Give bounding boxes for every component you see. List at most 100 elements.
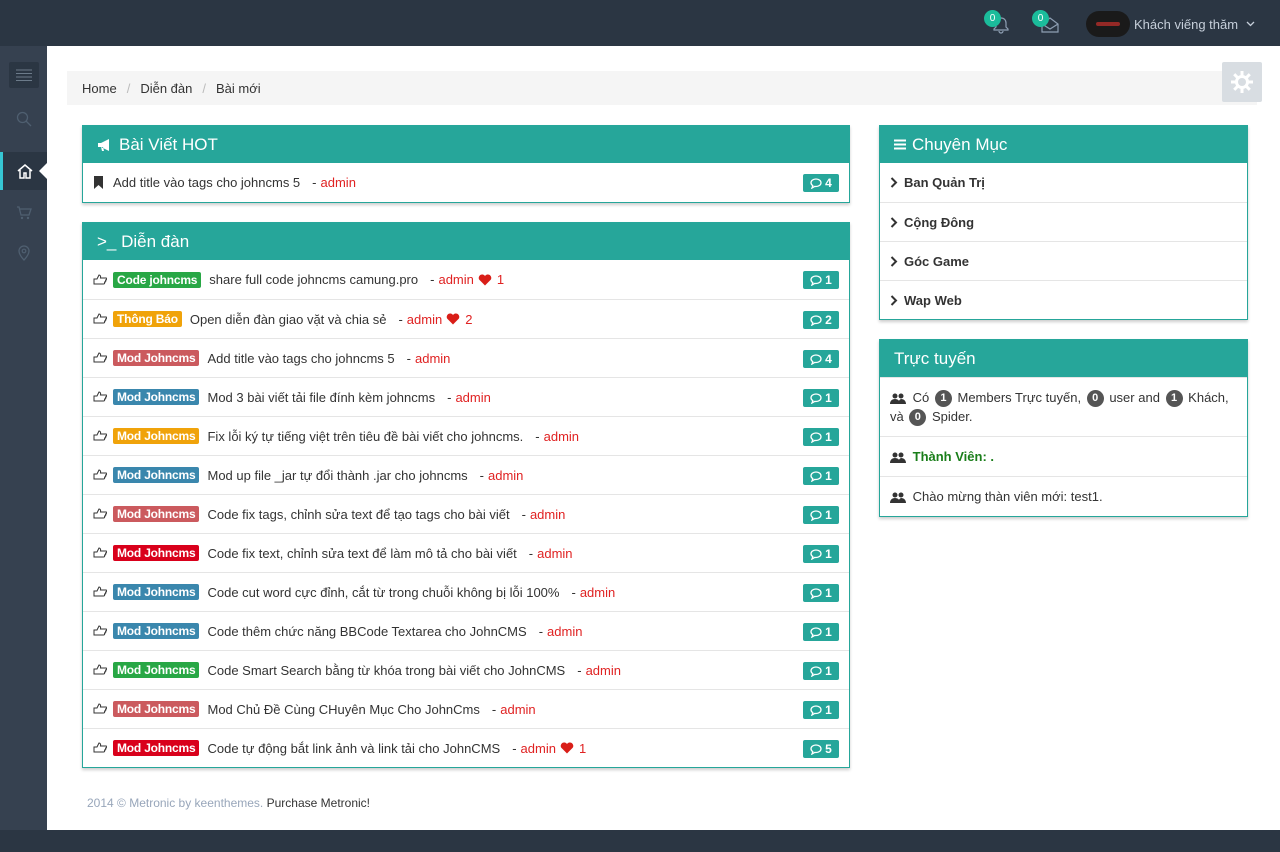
hot-posts-list: Add title vào tags cho johncms 5- admin 4 <box>83 163 849 202</box>
author-separator: - <box>406 350 411 366</box>
topic-author[interactable]: admin <box>415 351 450 366</box>
topic-label: Thông Báo <box>113 311 182 327</box>
breadcrumb-separator: / <box>126 80 131 96</box>
forum-post-row[interactable]: Mod Johncms Code Smart Search bằng từ khó… <box>83 650 849 689</box>
comment-icon <box>810 626 822 638</box>
like-count: 1 <box>496 272 505 287</box>
topic-title[interactable]: Code fix text, chỉnh sửa text để làm mô … <box>207 546 516 561</box>
reply-count: 4 <box>825 352 832 366</box>
purchase-link[interactable]: Purchase Metronic! <box>267 796 370 810</box>
sidebar-item-home[interactable] <box>0 152 47 190</box>
category-item[interactable]: Cộng Đông <box>880 202 1247 241</box>
topic-title[interactable]: Code thêm chức năng BBCode Textarea cho … <box>207 624 526 639</box>
theme-settings-button[interactable] <box>1222 62 1262 102</box>
forum-post-row[interactable]: Mod Johncms Fix lỗi ký tự tiếng việt trên… <box>83 416 849 455</box>
forum-post-row[interactable]: Mod Johncms Mod Chủ Đề Cùng CHuyên Mục Ch… <box>83 689 849 728</box>
chevron-right-icon <box>890 216 898 228</box>
comment-icon <box>810 431 822 443</box>
topic-author[interactable]: admin <box>521 741 556 756</box>
forum-post-row[interactable]: Mod Johncms Code fix tags, chỉnh sửa text… <box>83 494 849 533</box>
topic-author[interactable]: admin <box>407 312 442 327</box>
members-count: 1 <box>934 390 952 408</box>
comment-icon <box>810 392 822 404</box>
comment-icon <box>810 665 822 677</box>
sidebar-item-location[interactable] <box>0 234 47 272</box>
topic-author[interactable]: admin <box>580 585 615 600</box>
user-menu[interactable]: Khách viếng thăm <box>1086 10 1255 38</box>
topic-author[interactable]: admin <box>547 624 582 639</box>
topic-title[interactable]: Mod Chủ Đề Cùng CHuyên Mục Cho JohnCms <box>207 702 479 717</box>
footer: 2014 © Metronic by keenthemes. Purchase … <box>87 796 370 810</box>
topic-author[interactable]: admin <box>488 468 523 483</box>
breadcrumb-forum[interactable]: Diễn đàn <box>140 81 192 96</box>
forum-post-row[interactable]: Mod Johncms Mod 3 bài viết tải file đính … <box>83 377 849 416</box>
topic-author[interactable]: admin <box>321 175 356 190</box>
topic-title[interactable]: Code Smart Search bằng từ khóa trong bài… <box>207 663 565 678</box>
breadcrumb-separator: / <box>202 80 206 96</box>
forum-post-row[interactable]: Mod Johncms Code fix text, chỉnh sửa text… <box>83 533 849 572</box>
topic-title[interactable]: Code tự động bắt link ảnh và link tải ch… <box>207 741 500 756</box>
online-title: Trực tuyến <box>894 348 976 368</box>
forum-post-row[interactable]: Mod Johncms Code tự động bắt link ảnh và … <box>83 728 849 767</box>
reply-count-badge: 1 <box>803 623 839 641</box>
topic-title[interactable]: Add title vào tags cho johncms 5 <box>207 351 394 366</box>
sidebar-search[interactable] <box>0 100 47 138</box>
reply-count: 1 <box>825 703 832 717</box>
map-pin-icon <box>18 245 30 261</box>
hand-point-icon <box>93 703 107 715</box>
forum-list: Code johncms share full code johncms camu… <box>83 260 849 767</box>
comment-icon <box>810 548 822 560</box>
author-separator: - <box>577 662 582 678</box>
topic-title[interactable]: Add title vào tags cho johncms 5 <box>113 175 300 190</box>
topic-title[interactable]: Code fix tags, chỉnh sửa text để tạo tag… <box>207 507 509 522</box>
topic-label: Mod Johncms <box>113 467 200 483</box>
topic-title[interactable]: share full code johncms camung.pro <box>209 272 418 287</box>
cart-icon <box>17 206 32 220</box>
reply-count-badge: 1 <box>803 467 839 485</box>
comment-icon <box>810 353 822 365</box>
sidebar-toggle[interactable] <box>9 62 39 88</box>
topic-title[interactable]: Fix lỗi ký tự tiếng việt trên tiêu đề bà… <box>207 429 523 444</box>
forum-post-row[interactable]: Code johncms share full code johncms camu… <box>83 260 849 299</box>
forum-post-row[interactable]: Mod Johncms Code cut word cực đỉnh, cắt t… <box>83 572 849 611</box>
forum-post-row[interactable]: Mod Johncms Add title vào tags cho johncm… <box>83 338 849 377</box>
topic-author[interactable]: admin <box>530 507 565 522</box>
topic-title[interactable]: Mod up file _jar tự đổi thành .jar cho j… <box>207 468 467 483</box>
topic-author[interactable]: admin <box>537 546 572 561</box>
sidebar-item-cart[interactable] <box>0 194 47 232</box>
author-separator: - <box>571 584 576 600</box>
topic-label: Mod Johncms <box>113 740 200 756</box>
category-item[interactable]: Wap Web <box>880 280 1247 319</box>
author-separator: - <box>521 506 526 522</box>
comment-icon <box>810 274 822 286</box>
bookmark-icon <box>93 176 107 189</box>
sidebar <box>0 46 47 830</box>
topic-author[interactable]: admin <box>544 429 579 444</box>
forum-header: >_ Diễn đàn <box>83 223 849 260</box>
forum-post-row[interactable]: Mod Johncms Mod up file _jar tự đổi thành… <box>83 455 849 494</box>
topic-title[interactable]: Code cut word cực đỉnh, cắt từ trong chu… <box>207 585 559 600</box>
notifications-button[interactable]: 0 <box>984 10 1014 38</box>
topic-author[interactable]: admin <box>586 663 621 678</box>
reply-count-badge: 1 <box>803 389 839 407</box>
reply-count: 1 <box>825 586 832 600</box>
messages-button[interactable]: 0 <box>1032 10 1062 38</box>
hot-posts-header: Bài Viết HOT <box>83 126 849 163</box>
welcome-row: Chào mừng thàn viên mới: test1. <box>880 476 1247 516</box>
category-item[interactable]: Góc Game <box>880 241 1247 280</box>
category-item[interactable]: Ban Quản Trị <box>880 163 1247 202</box>
forum-post-row[interactable]: Mod Johncms Code thêm chức năng BBCode Te… <box>83 611 849 650</box>
topic-author[interactable]: admin <box>500 702 535 717</box>
reply-count: 1 <box>825 273 832 287</box>
hot-post-row[interactable]: Add title vào tags cho johncms 5- admin 4 <box>83 163 849 202</box>
breadcrumb-home[interactable]: Home <box>82 81 117 96</box>
topic-title[interactable]: Open diễn đàn giao vặt và chia sẻ <box>190 312 387 327</box>
topic-author[interactable]: admin <box>438 272 473 287</box>
topic-author[interactable]: admin <box>455 390 490 405</box>
topic-label: Mod Johncms <box>113 428 200 444</box>
hand-point-icon <box>93 664 107 676</box>
categories-list: Ban Quản Trị Cộng Đông Góc Game Wap Web <box>880 163 1247 319</box>
forum-post-row[interactable]: Thông Báo Open diễn đàn giao vặt và chia … <box>83 299 849 338</box>
topic-title[interactable]: Mod 3 bài viết tải file đính kèm johncms <box>207 390 435 405</box>
members-title: Thành Viên: . <box>912 449 995 465</box>
